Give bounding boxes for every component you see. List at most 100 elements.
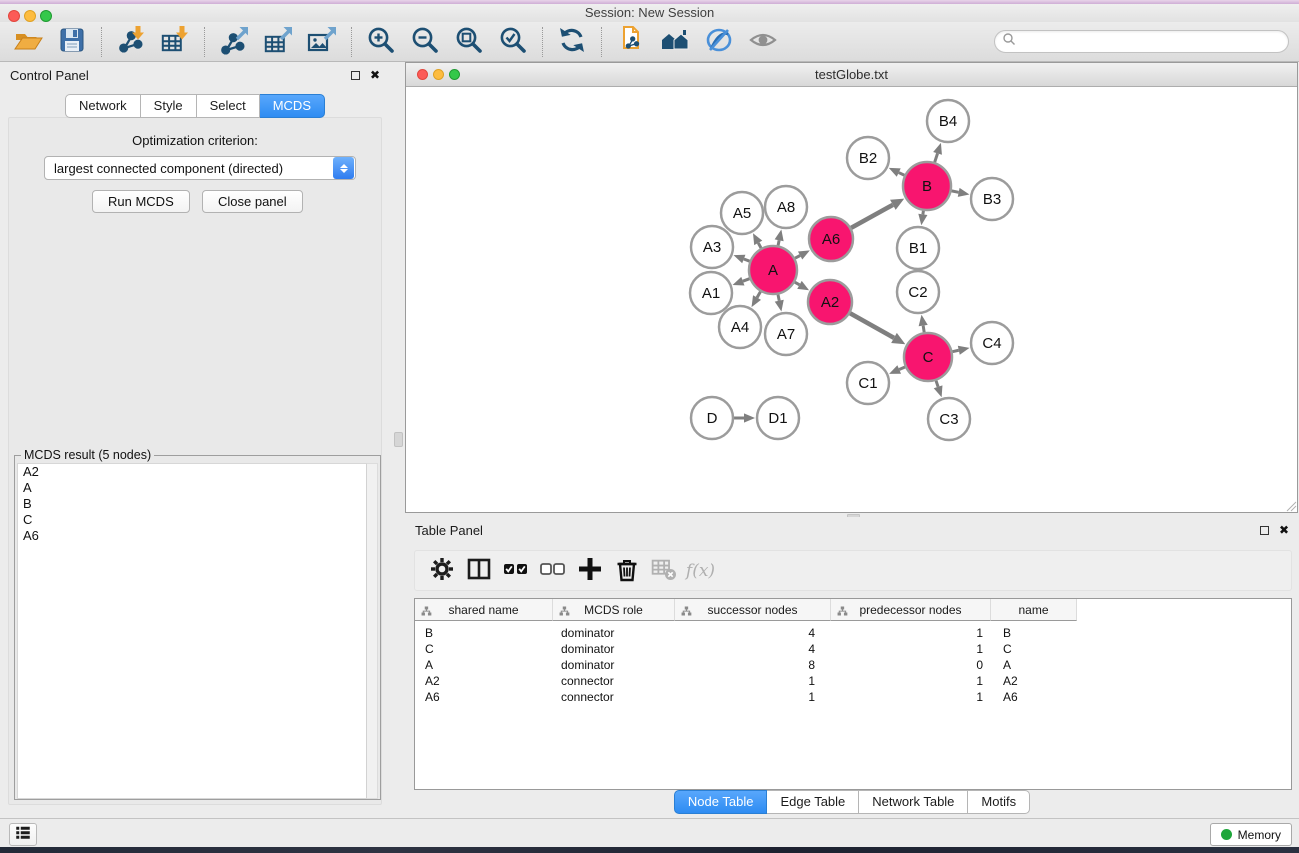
show-columns-button[interactable] bbox=[460, 554, 497, 588]
tab-node-table[interactable]: Node Table bbox=[674, 790, 768, 814]
graph-edge-A6-B[interactable] bbox=[851, 199, 904, 228]
table-cell[interactable]: dominator bbox=[553, 625, 675, 641]
tab-motifs[interactable]: Motifs bbox=[968, 790, 1030, 814]
graph-node-D[interactable]: D bbox=[691, 397, 733, 439]
graph-node-C4[interactable]: C4 bbox=[971, 322, 1013, 364]
memory-button[interactable]: Memory bbox=[1210, 823, 1292, 846]
close-window-button[interactable] bbox=[8, 10, 20, 22]
table-cell[interactable]: 1 bbox=[675, 689, 831, 705]
export-network-button[interactable] bbox=[212, 24, 256, 60]
float-table-panel-icon[interactable] bbox=[1260, 526, 1269, 535]
graph-edge-A-A5[interactable] bbox=[753, 233, 762, 248]
graph-node-C2[interactable]: C2 bbox=[897, 271, 939, 313]
table-cell[interactable]: connector bbox=[553, 673, 675, 689]
graph-edge-A-A1[interactable] bbox=[733, 277, 750, 286]
graph-node-A3[interactable]: A3 bbox=[691, 226, 733, 268]
graph-edge-A-A2[interactable] bbox=[795, 281, 809, 290]
export-image-button[interactable] bbox=[300, 24, 344, 60]
graph-node-A4[interactable]: A4 bbox=[719, 306, 761, 348]
network-maximize-button[interactable] bbox=[449, 69, 460, 80]
vertical-splitter-handle[interactable] bbox=[394, 432, 403, 447]
network-canvas[interactable]: B4B2BB3A8A5A6A3B1AA1C2A2A4A7C4CC1DD1C3 bbox=[407, 87, 1298, 513]
tab-network[interactable]: Network bbox=[65, 94, 141, 118]
search-input[interactable] bbox=[1016, 33, 1288, 51]
tab-style[interactable]: Style bbox=[141, 94, 197, 118]
table-cell[interactable]: connector bbox=[553, 689, 675, 705]
table-cell[interactable]: A2 bbox=[991, 673, 1077, 689]
maximize-window-button[interactable] bbox=[40, 10, 52, 22]
refresh-button[interactable] bbox=[550, 24, 594, 60]
table-cell[interactable]: A2 bbox=[415, 673, 553, 689]
close-panel-icon[interactable]: ✖ bbox=[370, 70, 380, 80]
graph-edge-B-B1[interactable] bbox=[918, 211, 927, 225]
table-cell[interactable]: C bbox=[415, 641, 553, 657]
table-cell[interactable]: A6 bbox=[415, 689, 553, 705]
column-header-successor-nodes[interactable]: successor nodes bbox=[675, 599, 831, 621]
mcds-result-item[interactable]: A2 bbox=[18, 464, 367, 480]
graph-node-A5[interactable]: A5 bbox=[721, 192, 763, 234]
graph-edge-D-D1[interactable] bbox=[734, 413, 755, 422]
save-session-button[interactable] bbox=[50, 24, 94, 60]
search-box[interactable] bbox=[994, 30, 1289, 53]
panel-toggle-button[interactable] bbox=[9, 823, 37, 846]
table-cell[interactable]: C bbox=[991, 641, 1077, 657]
graph-node-B3[interactable]: B3 bbox=[971, 178, 1013, 220]
table-cell[interactable]: B bbox=[415, 625, 553, 641]
zoom-fit-button[interactable] bbox=[447, 24, 491, 60]
optimization-criterion-select[interactable]: largest connected component (directed) bbox=[44, 156, 356, 180]
graph-node-B1[interactable]: B1 bbox=[897, 227, 939, 269]
table-cell[interactable]: 1 bbox=[831, 673, 991, 689]
export-table-button[interactable] bbox=[256, 24, 300, 60]
table-cell[interactable]: 0 bbox=[831, 657, 991, 673]
graph-edge-C-C4[interactable] bbox=[952, 346, 969, 355]
graph-node-C1[interactable]: C1 bbox=[847, 362, 889, 404]
graph-node-A[interactable]: A bbox=[749, 246, 797, 294]
settings-button[interactable] bbox=[423, 554, 460, 588]
select-all-columns-button[interactable] bbox=[497, 554, 534, 588]
tab-edge-table[interactable]: Edge Table bbox=[767, 790, 859, 814]
close-panel-button[interactable]: Close panel bbox=[202, 190, 303, 213]
table-cell[interactable]: dominator bbox=[553, 657, 675, 673]
table-cell[interactable]: 1 bbox=[675, 673, 831, 689]
column-header-MCDS-role[interactable]: MCDS role bbox=[553, 599, 675, 621]
graph-edge-B-B2[interactable] bbox=[889, 168, 905, 177]
table-cell[interactable]: A6 bbox=[991, 689, 1077, 705]
open-file-button[interactable] bbox=[6, 24, 50, 60]
graph-edge-C-C3[interactable] bbox=[934, 381, 943, 398]
toggle-graphics-details-button[interactable] bbox=[697, 24, 741, 60]
graph-node-C[interactable]: C bbox=[904, 333, 952, 381]
table-cell[interactable]: A bbox=[991, 657, 1077, 673]
mcds-result-list[interactable]: A2ABCA6 bbox=[17, 463, 368, 799]
zoom-selected-button[interactable] bbox=[491, 24, 535, 60]
minimize-window-button[interactable] bbox=[24, 10, 36, 22]
zoom-out-button[interactable] bbox=[403, 24, 447, 60]
network-close-button[interactable] bbox=[417, 69, 428, 80]
mcds-result-item[interactable]: C bbox=[18, 512, 367, 528]
mcds-result-item[interactable]: A6 bbox=[18, 528, 367, 544]
table-cell[interactable]: 1 bbox=[831, 641, 991, 657]
graph-edge-C-C1[interactable] bbox=[889, 365, 905, 374]
table-cell[interactable]: 1 bbox=[831, 689, 991, 705]
clone-network-button[interactable] bbox=[609, 24, 653, 60]
column-header-name[interactable]: name bbox=[991, 599, 1077, 621]
mcds-result-item[interactable]: B bbox=[18, 496, 367, 512]
result-list-scrollbar[interactable] bbox=[366, 463, 378, 799]
graph-edge-A-A6[interactable] bbox=[795, 250, 810, 259]
resize-grip-icon[interactable] bbox=[1285, 500, 1297, 512]
table-cell[interactable]: A bbox=[415, 657, 553, 673]
graph-edge-B-B3[interactable] bbox=[952, 188, 970, 197]
graph-node-D1[interactable]: D1 bbox=[757, 397, 799, 439]
table-cell[interactable]: 8 bbox=[675, 657, 831, 673]
create-column-button[interactable] bbox=[571, 554, 608, 588]
zoom-in-button[interactable] bbox=[359, 24, 403, 60]
run-mcds-button[interactable]: Run MCDS bbox=[92, 190, 190, 213]
graph-node-A6[interactable]: A6 bbox=[809, 217, 853, 261]
table-cell[interactable]: 4 bbox=[675, 641, 831, 657]
unselect-all-columns-button[interactable] bbox=[534, 554, 571, 588]
graph-node-C3[interactable]: C3 bbox=[928, 398, 970, 440]
graph-edge-A2-C[interactable] bbox=[850, 313, 905, 344]
network-minimize-button[interactable] bbox=[433, 69, 444, 80]
column-header-predecessor-nodes[interactable]: predecessor nodes bbox=[831, 599, 991, 621]
graph-edge-A-A4[interactable] bbox=[752, 292, 761, 307]
graph-edge-C-C2[interactable] bbox=[919, 315, 928, 333]
